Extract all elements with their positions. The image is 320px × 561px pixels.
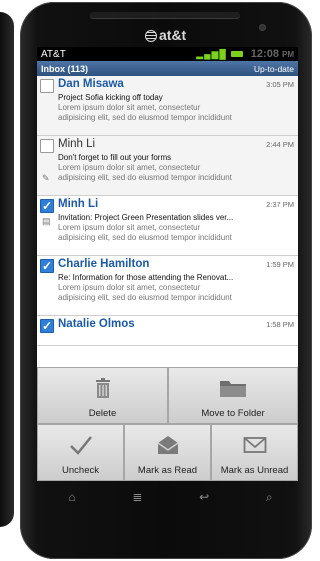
email-time: 2:44 PM	[266, 140, 294, 149]
phone-body: at&t AT&T ▂▄▆█ 12:08 PM Inbox (113) Up-t…	[20, 2, 312, 559]
move-to-folder-button[interactable]: Move to Folder	[168, 367, 298, 424]
email-preview: adipisicing elit, sed do eiusmod tempor …	[58, 173, 232, 182]
inbox-header[interactable]: Inbox (113) Up-to-date	[37, 61, 298, 76]
menu-icon[interactable]: ≣	[132, 490, 142, 504]
home-icon[interactable]: ⌂	[68, 490, 75, 504]
email-preview: Lorem ipsum dolor sit amet, consectetur	[58, 103, 201, 112]
email-preview: adipisicing elit, sed do eiusmod tempor …	[58, 233, 232, 242]
calendar-icon: ▤	[42, 216, 51, 226]
email-preview: Lorem ipsum dolor sit amet, consectetur	[58, 223, 201, 232]
mark-as-read-label: Mark as Read	[137, 465, 198, 476]
email-sender: Charlie Hamilton	[58, 258, 150, 270]
open-envelope-icon	[156, 425, 180, 465]
email-sender: Minh Li	[58, 198, 99, 210]
select-checkbox[interactable]: ✓	[40, 199, 54, 213]
screen: AT&T ▂▄▆█ 12:08 PM Inbox (113) Up-to-dat…	[37, 47, 298, 481]
uncheck-button[interactable]: Uncheck	[37, 424, 124, 481]
email-subject: Re: Information for those attending the …	[58, 273, 234, 282]
mark-as-unread-label: Mark as Unread	[220, 465, 289, 476]
delete-button[interactable]: Delete	[37, 367, 168, 424]
select-checkbox[interactable]: ✓	[40, 259, 54, 273]
sync-status: Up-to-date	[253, 63, 294, 74]
trash-icon	[95, 368, 111, 408]
email-sender: Dan Misawa	[58, 78, 124, 90]
carrier-label: AT&T	[41, 48, 66, 60]
mark-as-read-button[interactable]: Mark as Read	[124, 424, 211, 481]
status-bar: AT&T ▂▄▆█ 12:08 PM	[37, 47, 298, 61]
email-subject: Don't forget to fill out your forms	[58, 153, 172, 162]
uncheck-label: Uncheck	[62, 465, 99, 476]
move-to-folder-label: Move to Folder	[201, 408, 265, 419]
email-time: 1:59 PM	[266, 260, 294, 269]
hardware-nav-bar: ⌂ ≣ ↩ ⌕	[40, 486, 301, 508]
bulk-action-panel: Delete Move to Folder Uncheck Mark as Re…	[37, 367, 298, 481]
email-sender: Natalie Olmos	[58, 318, 135, 330]
adjacent-phone-edge	[0, 12, 14, 527]
email-item[interactable]: ✓ Minh Li 2:37 PM ▤ Invitation: Project …	[37, 196, 298, 256]
email-subject: Project Sofia kicking off today	[58, 93, 163, 102]
paperclip-icon: ✎	[42, 173, 50, 183]
email-preview: Lorem ipsum dolor sit amet, consectetur	[58, 283, 201, 292]
email-item[interactable]: ✓ Charlie Hamilton 1:59 PM Re: Informati…	[37, 256, 298, 316]
back-icon[interactable]: ↩	[199, 490, 209, 504]
email-preview: adipisicing elit, sed do eiusmod tempor …	[58, 113, 232, 122]
email-time: 2:37 PM	[266, 200, 294, 209]
battery-icon	[230, 51, 243, 57]
email-item[interactable]: Minh Li 2:44 PM Don't forget to fill out…	[37, 136, 298, 196]
envelope-icon	[243, 425, 267, 465]
signal-icon: ▂▄▆█	[196, 48, 227, 59]
select-checkbox[interactable]	[40, 139, 54, 153]
select-checkbox[interactable]	[40, 79, 54, 93]
email-time: 1:58 PM	[266, 320, 294, 329]
folder-icon	[219, 368, 247, 408]
earpiece-speaker	[90, 12, 240, 18]
search-icon[interactable]: ⌕	[266, 490, 273, 505]
delete-label: Delete	[88, 408, 117, 419]
inbox-title: Inbox (113)	[41, 63, 89, 74]
front-camera	[259, 24, 266, 31]
email-preview: Lorem ipsum dolor sit amet, consectetur	[58, 163, 201, 172]
email-sender: Minh Li	[58, 138, 96, 150]
select-checkbox[interactable]: ✓	[40, 319, 54, 333]
email-item[interactable]: Dan Misawa 3:05 PM Project Sofia kicking…	[37, 76, 298, 136]
email-preview: adipisicing elit, sed do eiusmod tempor …	[58, 293, 232, 302]
email-item[interactable]: ✓ Natalie Olmos 1:58 PM	[37, 316, 298, 346]
email-subject: Invitation: Project Green Presentation s…	[58, 213, 234, 222]
carrier-logo: at&t	[145, 27, 186, 43]
clock: 12:08 PM	[250, 48, 294, 60]
mark-as-unread-button[interactable]: Mark as Unread	[211, 424, 298, 481]
att-globe-icon	[145, 30, 157, 42]
email-list[interactable]: Dan Misawa 3:05 PM Project Sofia kicking…	[37, 76, 298, 367]
email-time: 3:05 PM	[266, 80, 294, 89]
checkmark-icon	[69, 425, 93, 465]
